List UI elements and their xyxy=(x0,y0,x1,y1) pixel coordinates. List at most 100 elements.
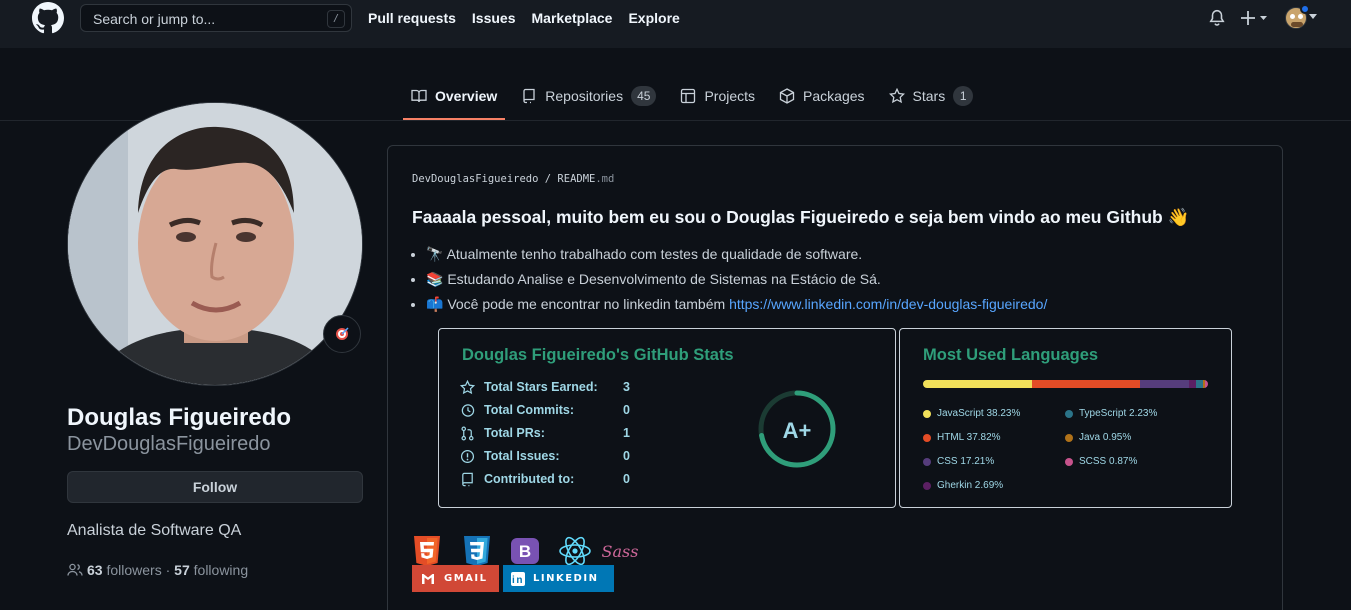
status-emoji-button[interactable] xyxy=(323,315,361,353)
stat-row: Total PRs: 1 xyxy=(460,424,630,442)
profile-bio: Analista de Software QA xyxy=(67,522,242,539)
tab-packages-label: Packages xyxy=(803,88,865,104)
language-legend-label: HTML 37.82% xyxy=(937,432,1001,443)
target-icon xyxy=(336,327,349,340)
gmail-badge-label: GMAIL xyxy=(444,573,488,584)
language-legend-item: Gherkin 2.69% xyxy=(923,480,1003,491)
react-icon xyxy=(559,536,591,566)
language-bar-segment xyxy=(1139,380,1189,388)
follow-button[interactable]: Follow xyxy=(67,471,363,503)
plus-dropdown-icon[interactable] xyxy=(1240,10,1270,26)
nav-issues[interactable]: Issues xyxy=(472,10,516,26)
readme-bullet-list: 🔭 Atualmente tenho trabalhado com testes… xyxy=(426,244,1047,319)
search-placeholder: Search or jump to... xyxy=(93,11,216,27)
stat-value: 1 xyxy=(623,426,630,440)
stat-row: Total Issues: 0 xyxy=(460,447,630,465)
star-icon xyxy=(460,379,475,394)
stat-label: Contributed to: xyxy=(484,472,575,486)
languages-card-title: Most Used Languages xyxy=(923,346,1099,364)
stat-row: Total Commits: 0 xyxy=(460,401,630,419)
linkedin-logo-letters: in xyxy=(512,575,524,586)
readme-bullet: 📚 Estudando Analise e Desenvolvimento de… xyxy=(426,269,1047,294)
language-legend-label: SCSS 0.87% xyxy=(1079,456,1138,467)
stat-row: Total Stars Earned: 3 xyxy=(460,378,630,396)
readme-file-name[interactable]: README xyxy=(557,173,595,185)
stat-value: 3 xyxy=(623,380,630,394)
telescope-icon: 🔭 xyxy=(426,246,444,262)
gmail-badge[interactable]: GMAIL xyxy=(412,565,499,592)
profile-tabs: Overview Repositories 45 Projects Packag… xyxy=(403,78,989,120)
bootstrap-icon: B xyxy=(511,538,539,564)
tab-packages[interactable]: Packages xyxy=(771,78,872,114)
linkedin-badge[interactable]: in LINKEDIN xyxy=(503,565,614,592)
language-legend-item: JavaScript 38.23% xyxy=(923,408,1020,419)
issue-icon xyxy=(460,449,475,463)
star-icon xyxy=(888,88,905,104)
github-stats-card[interactable]: Douglas Figueiredo's GitHub Stats Total … xyxy=(438,328,896,508)
nav-explore[interactable]: Explore xyxy=(628,10,679,26)
bullet-text: Atualmente tenho trabalhado com testes d… xyxy=(446,246,863,262)
stat-value: 0 xyxy=(623,449,630,463)
readme-owner-link[interactable]: DevDouglasFigueiredo xyxy=(412,173,538,185)
rank-grade-ring: A+ xyxy=(758,390,836,468)
repositories-count: 45 xyxy=(631,86,657,106)
languages-progress-bar xyxy=(923,380,1208,388)
repo-icon xyxy=(462,472,473,486)
stat-label: Total Issues: xyxy=(484,449,560,463)
people-icon xyxy=(67,563,83,576)
profile-avatar[interactable] xyxy=(67,102,363,386)
search-shortcut-key: / xyxy=(327,10,345,28)
language-legend-label: TypeScript 2.23% xyxy=(1079,408,1158,419)
following-label[interactable]: following xyxy=(194,562,248,578)
language-legend-label: JavaScript 38.23% xyxy=(937,408,1021,419)
history-icon xyxy=(461,403,475,417)
notification-dot xyxy=(1300,4,1310,14)
language-color-dot xyxy=(923,457,931,466)
html5-icon xyxy=(414,536,440,566)
linkedin-url-link[interactable]: https://www.linkedin.com/in/dev-douglas-… xyxy=(729,296,1047,312)
language-bar-segment xyxy=(923,380,1032,388)
books-icon: 📚 xyxy=(426,271,444,287)
stars-count: 1 xyxy=(953,86,974,106)
bootstrap-letter: B xyxy=(519,542,531,561)
language-color-dot xyxy=(1065,433,1073,442)
nav-pull-requests[interactable]: Pull requests xyxy=(368,10,456,26)
language-legend-label: Java 0.95% xyxy=(1079,432,1132,443)
follow-stats: 63 followers · 57 following xyxy=(67,562,248,578)
bell-icon[interactable] xyxy=(1208,8,1226,28)
language-bar-segment xyxy=(1205,380,1208,388)
language-bar-segment xyxy=(1188,380,1197,388)
css3-icon xyxy=(464,536,490,566)
followers-label[interactable]: followers xyxy=(106,562,161,578)
language-legend-item: CSS 17.21% xyxy=(923,456,994,467)
profile-readme: DevDouglasFigueiredo / README.md Faaaala… xyxy=(387,145,1283,610)
stat-value: 0 xyxy=(623,472,630,486)
following-count[interactable]: 57 xyxy=(174,562,190,578)
nav-marketplace[interactable]: Marketplace xyxy=(532,10,613,26)
tab-overview-label: Overview xyxy=(435,88,498,104)
readme-breadcrumb: DevDouglasFigueiredo / README.md xyxy=(412,173,614,185)
github-logo-icon[interactable] xyxy=(32,2,64,34)
tab-overview[interactable]: Overview xyxy=(403,78,506,120)
stat-label: Total Commits: xyxy=(484,403,575,417)
linkedin-badge-label: LINKEDIN xyxy=(533,573,599,584)
language-legend-item: TypeScript 2.23% xyxy=(1065,408,1157,419)
bullet-text: Você pode me encontrar no linkedin també… xyxy=(447,296,730,312)
profile-fullname: Douglas Figueiredo xyxy=(67,404,292,431)
readme-breadcrumb-sep: / xyxy=(544,173,552,185)
tab-repositories[interactable]: Repositories 45 xyxy=(513,78,664,114)
rank-grade-text: A+ xyxy=(783,418,812,443)
mailbox-icon: 📫 xyxy=(426,296,444,312)
search-input[interactable]: Search or jump to... / xyxy=(80,4,352,32)
pull-request-icon xyxy=(461,426,474,440)
tab-stars[interactable]: Stars 1 xyxy=(881,78,982,114)
language-legend-item: Java 0.95% xyxy=(1065,432,1131,443)
top-languages-card[interactable]: Most Used Languages JavaScript 38.23% HTM… xyxy=(899,328,1232,508)
readme-bullet: 📫 Você pode me encontrar no linkedin tam… xyxy=(426,294,1047,319)
followers-count[interactable]: 63 xyxy=(87,562,103,578)
avatar-dropdown-caret-icon[interactable] xyxy=(1309,14,1317,20)
tab-projects[interactable]: Projects xyxy=(672,78,763,114)
readme-title: Faaaala pessoal, muito bem eu sou o Doug… xyxy=(412,207,1190,227)
language-bar-segment xyxy=(1031,380,1140,388)
stat-label: Total Stars Earned: xyxy=(484,380,598,394)
